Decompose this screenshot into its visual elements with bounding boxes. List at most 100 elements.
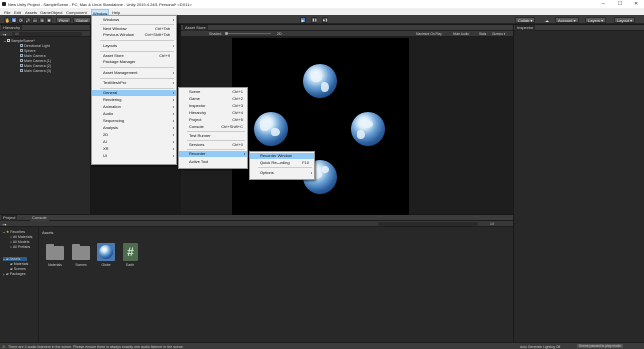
collab-dropdown[interactable]: Collab ▾ (515, 16, 536, 23)
layers-dropdown[interactable]: Layers ▾ (585, 16, 607, 23)
menu-item-ai[interactable]: AI (92, 139, 176, 145)
rect-tool-icon[interactable]: ▭ (32, 16, 38, 23)
menu-gameobject[interactable]: GameObject (39, 10, 63, 15)
csharp-script-icon[interactable]: # (123, 243, 138, 261)
scene-root[interactable]: SampleScene* (4, 39, 35, 43)
menu-item-rendering[interactable]: Rendering (92, 97, 176, 103)
step-button[interactable]: ▶❚ (322, 16, 328, 23)
close-button[interactable]: ✕ (634, 1, 638, 7)
menu-item-active-tool[interactable]: Active Tool (179, 159, 247, 165)
assets-folder[interactable]: ▰ Assets (3, 257, 27, 261)
submenu-arrow-icon (244, 152, 245, 155)
tree-folder[interactable]: ▰ Scenes (10, 267, 26, 271)
shading-dropdown[interactable]: Shaded (209, 32, 221, 36)
globe-texture-icon[interactable] (97, 243, 115, 261)
custom-tool-icon[interactable]: ✱ (46, 16, 52, 23)
layout-dropdown[interactable]: Layout ▾ (614, 16, 636, 23)
breadcrumb[interactable]: Assets (42, 231, 53, 235)
menu-item-asset-management[interactable]: Asset Management (92, 70, 176, 76)
pause-button[interactable]: ❚❚ (311, 16, 317, 23)
menu-item-hierarchy[interactable]: Hierarchy Ctrl+4 (179, 110, 247, 116)
hierarchy-item[interactable]: Main Camera (1) (20, 59, 51, 63)
rotate-tool-icon[interactable]: ⟳ (18, 16, 24, 23)
menu-window[interactable]: Window (91, 8, 110, 16)
submenu-arrow-icon (173, 140, 174, 143)
menu-file[interactable]: File (3, 10, 11, 15)
search-icon: ⌕ (10, 235, 13, 239)
favorites-item[interactable]: ⌕ All Prefabs (10, 245, 30, 249)
menu-item-textmeshpro[interactable]: TextMeshPro (92, 80, 176, 86)
mute-audio-toggle[interactable]: Mute Audio (453, 32, 469, 36)
pivot-toggle[interactable]: Pivot (56, 16, 71, 23)
folder-icon[interactable] (46, 244, 64, 260)
menu-component[interactable]: Component (65, 10, 88, 15)
menu-item-inspector[interactable]: Inspector Ctrl+3 (179, 103, 247, 109)
lighting-status[interactable]: Auto Generate Lighting Off (520, 345, 560, 349)
hierarchy-item[interactable]: Directional Light (20, 44, 50, 48)
game-render-view[interactable] (232, 38, 409, 216)
tree-folder[interactable]: ▰ Materials (10, 262, 28, 266)
menu-edit[interactable]: Edit (13, 10, 22, 15)
scale-tool-icon[interactable]: ⤢ (25, 16, 31, 23)
menu-item-console[interactable]: Console Ctrl+Shift+C (179, 124, 247, 130)
menu-item-services[interactable]: Services Ctrl+0 (179, 142, 247, 148)
play-button[interactable]: ▶ (300, 16, 306, 23)
global-toggle[interactable]: Global (73, 16, 91, 23)
menu-item-scene[interactable]: Scene Ctrl+1 (179, 89, 247, 95)
menu-item-recorder[interactable]: Recorder (179, 151, 247, 157)
submenu-arrow-icon (173, 126, 174, 129)
menu-item-sequencing[interactable]: Sequencing (92, 118, 176, 124)
create-plus-icon[interactable]: +▾ (2, 222, 6, 227)
gizmos-dropdown[interactable]: Gizmos ▾ (492, 32, 505, 36)
hierarchy-item[interactable]: Main Camera (20, 54, 46, 58)
menu-item-recorder-window[interactable]: Recorder Window (250, 153, 314, 159)
menu-item-test-runner[interactable]: Test Runner (179, 133, 247, 139)
transform-tool-icon[interactable]: ⊕ (39, 16, 45, 23)
menu-item-previous-window[interactable]: Previous Window Ctrl+Shift+Tab (92, 32, 176, 38)
maximize-button[interactable]: ☐ (618, 1, 622, 7)
menu-item-windows[interactable]: Windows (92, 17, 176, 23)
menu-item-layouts[interactable]: Layouts (92, 43, 176, 49)
menu-assets[interactable]: Assets (24, 10, 38, 15)
expand-icon[interactable] (4, 40, 6, 42)
hand-tool-icon[interactable]: ✋ (4, 16, 10, 23)
menu-help[interactable]: Help (111, 10, 121, 15)
splitter[interactable] (38, 227, 39, 342)
hierarchy-search-input[interactable]: All (12, 32, 82, 36)
minimize-button[interactable]: – (602, 1, 605, 7)
menu-item-options[interactable]: Options (250, 170, 314, 176)
menu-item-animation[interactable]: Animation (92, 104, 176, 110)
folder-icon[interactable] (72, 244, 90, 260)
mode-2d-toggle[interactable]: 2D (277, 32, 282, 36)
scale-slider[interactable] (225, 33, 271, 34)
maximize-on-play-toggle[interactable]: Maximize On Play (416, 32, 442, 36)
favorites-item[interactable]: ⌕ All Materials (10, 235, 32, 239)
menu-item-xr[interactable]: XR (92, 146, 176, 152)
menu-item-package-manager[interactable]: Package Manager (92, 59, 176, 65)
tab-inspector[interactable]: Inspector (515, 25, 536, 31)
menu-item-analysis[interactable]: Analysis (92, 125, 176, 131)
menu-item-2d[interactable]: 2D (92, 132, 176, 138)
move-tool-icon[interactable]: ✥ (11, 16, 17, 23)
packages-folder[interactable]: ▰ Packages (3, 272, 26, 276)
stats-toggle[interactable]: Stats (479, 32, 486, 36)
menu-item-audio[interactable]: Audio (92, 111, 176, 117)
menu-item-ui[interactable]: UI (92, 153, 176, 159)
create-plus-icon[interactable]: +▾ (2, 32, 6, 37)
cloud-icon[interactable]: ☁ (543, 16, 550, 23)
scale-slider-handle[interactable] (225, 31, 228, 35)
favorites-header[interactable]: ★ Favorites (3, 230, 25, 234)
favorites-item[interactable]: ⌕ All Models (10, 240, 29, 244)
menu-item-game[interactable]: Game Ctrl+2 (179, 96, 247, 102)
hierarchy-item[interactable]: Main Camera (2) (20, 64, 51, 68)
menu-item-project[interactable]: Project Ctrl+5 (179, 117, 247, 123)
project-search-input[interactable] (378, 222, 478, 226)
hierarchy-item[interactable]: Sphere (20, 49, 36, 53)
status-message[interactable]: There are 4 audio listeners in the scene… (8, 345, 184, 349)
submenu-arrow-icon (173, 18, 174, 21)
menu-item-quick-recording[interactable]: Quick Recording F10 (250, 160, 314, 166)
hierarchy-item[interactable]: Main Camera (3) (20, 69, 51, 73)
account-dropdown[interactable]: Account ▾ (555, 16, 579, 23)
menu-item-general[interactable]: General (92, 90, 176, 96)
inspector-panel: Inspector (514, 25, 644, 342)
